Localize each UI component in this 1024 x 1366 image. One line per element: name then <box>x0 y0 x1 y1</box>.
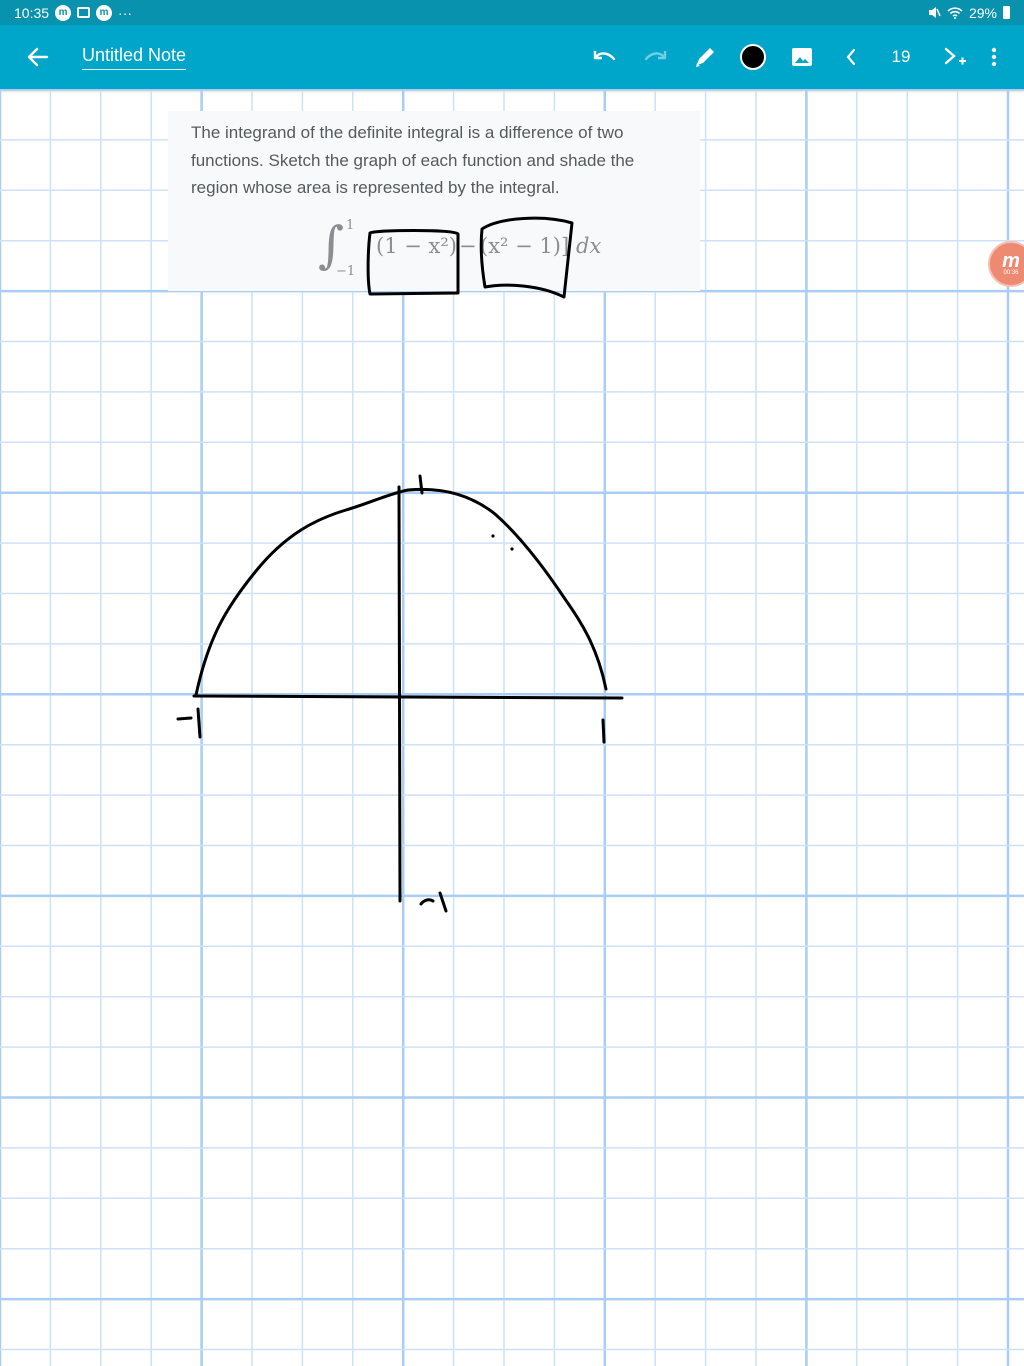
status-time: 10:35 <box>14 4 50 21</box>
redo-button[interactable] <box>638 25 672 89</box>
mute-icon <box>928 7 941 18</box>
battery-percent: 29% <box>968 4 997 21</box>
page-number[interactable]: 19 <box>880 25 922 89</box>
battery-icon <box>1003 6 1010 19</box>
recording-logo: m <box>1002 249 1020 272</box>
y-axis <box>397 485 402 903</box>
app-notification-icon-2: m <box>96 4 113 21</box>
image-icon <box>792 48 812 66</box>
y-top-tick <box>418 474 424 495</box>
chevron-left-icon <box>846 48 856 66</box>
dot-2 <box>510 547 514 551</box>
parabola-curve <box>194 487 608 697</box>
box-around-term-2 <box>479 216 574 299</box>
box-around-term-1 <box>366 229 460 296</box>
minus-sign-left <box>176 716 193 721</box>
insert-image-button[interactable] <box>785 25 819 89</box>
back-button[interactable] <box>18 25 58 89</box>
status-left: 10:35 m m ··· <box>14 4 133 21</box>
toolbar: Untitled Note 19 <box>0 25 1024 89</box>
tick-right <box>601 718 606 744</box>
wifi-icon <box>947 7 963 19</box>
pen-icon <box>696 48 714 67</box>
more-notifications: ··· <box>118 4 133 21</box>
status-bar: 10:35 m m ··· 29% <box>0 0 1024 25</box>
back-arrow-icon <box>27 47 49 67</box>
note-canvas[interactable]: The integrand of the definite integral i… <box>0 89 1024 1366</box>
pen-tool-button[interactable] <box>688 25 722 89</box>
app-notification-icon: m <box>55 4 72 21</box>
recording-time: 00:36 <box>1003 269 1019 276</box>
x-axis <box>192 694 624 700</box>
color-circle-icon <box>740 44 766 70</box>
undo-icon <box>593 51 616 61</box>
more-options-button[interactable] <box>980 25 1008 89</box>
label-minus-one-bottom <box>419 891 448 913</box>
note-title[interactable]: Untitled Note <box>82 45 187 70</box>
dot-1 <box>491 534 495 538</box>
status-right: 29% <box>927 5 1010 21</box>
handwriting-layer <box>176 216 624 913</box>
undo-button[interactable] <box>588 25 622 89</box>
tick-left <box>196 707 202 739</box>
previous-page-button[interactable] <box>836 25 866 89</box>
color-button[interactable] <box>736 25 770 89</box>
redo-icon <box>644 51 667 61</box>
gallery-notification-icon <box>77 7 91 18</box>
add-page-button[interactable] <box>938 25 972 89</box>
more-vertical-icon <box>991 47 997 67</box>
add-page-icon <box>944 47 966 65</box>
